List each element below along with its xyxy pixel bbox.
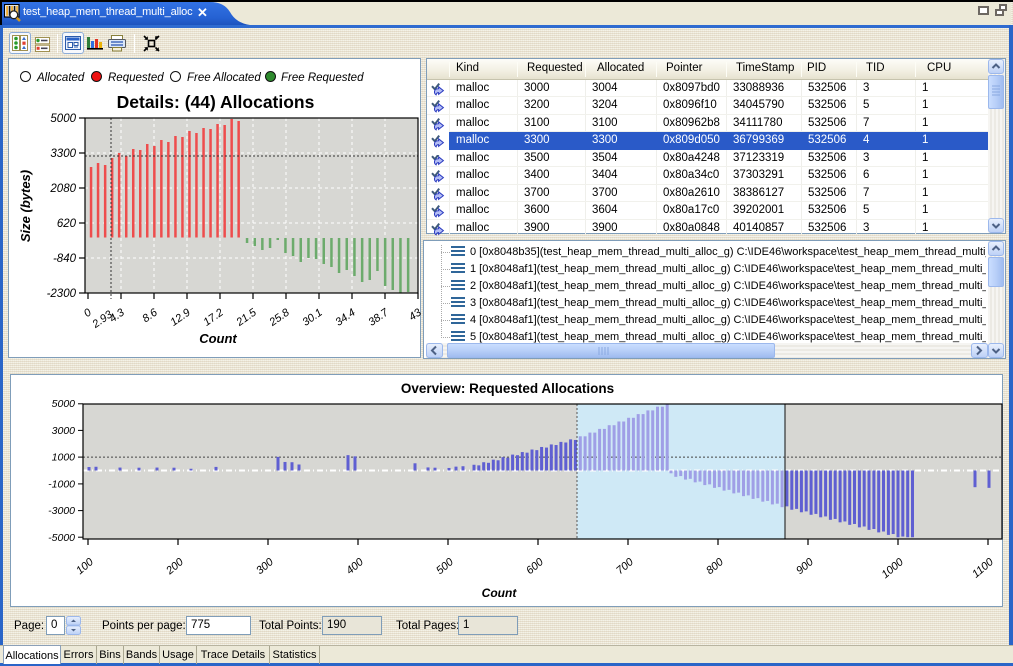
svg-text:3300: 3300 (50, 148, 76, 160)
svg-text:800: 800 (704, 556, 726, 578)
svg-text:-5000: -5000 (48, 532, 75, 544)
svg-text:200: 200 (163, 556, 186, 578)
svg-text:-2300: -2300 (47, 288, 77, 300)
svg-text:0: 0 (82, 306, 95, 320)
svg-text:400: 400 (344, 556, 366, 578)
svg-text:300: 300 (254, 556, 276, 578)
svg-text:620: 620 (57, 218, 77, 230)
svg-text:500: 500 (434, 556, 456, 578)
svg-text:1000: 1000 (52, 452, 76, 464)
svg-text:43: 43 (407, 306, 422, 323)
svg-text:17.2: 17.2 (201, 307, 225, 329)
svg-text:600: 600 (524, 556, 546, 578)
svg-text:5000: 5000 (52, 398, 76, 410)
svg-text:21.5: 21.5 (233, 306, 259, 329)
svg-text:900: 900 (794, 556, 816, 578)
svg-text:38.7: 38.7 (366, 306, 391, 329)
svg-text:700: 700 (614, 556, 636, 578)
svg-text:Count: Count (482, 586, 518, 600)
svg-text:5000: 5000 (50, 113, 76, 125)
svg-text:25.8: 25.8 (266, 306, 292, 329)
svg-text:-3000: -3000 (48, 505, 75, 517)
svg-text:30.1: 30.1 (300, 307, 324, 329)
svg-text:-1000: -1000 (48, 478, 75, 490)
svg-text:34.4: 34.4 (333, 307, 357, 329)
svg-text:Size (bytes): Size (bytes) (18, 170, 33, 242)
svg-text:1000: 1000 (879, 556, 906, 581)
svg-text:-840: -840 (53, 253, 77, 265)
svg-text:12.9: 12.9 (168, 307, 192, 329)
svg-text:100: 100 (74, 556, 96, 578)
svg-text:8.6: 8.6 (140, 306, 160, 325)
svg-text:1100: 1100 (970, 556, 997, 581)
svg-text:2080: 2080 (49, 183, 76, 195)
svg-text:3000: 3000 (52, 425, 76, 437)
svg-text:Count: Count (199, 331, 237, 346)
